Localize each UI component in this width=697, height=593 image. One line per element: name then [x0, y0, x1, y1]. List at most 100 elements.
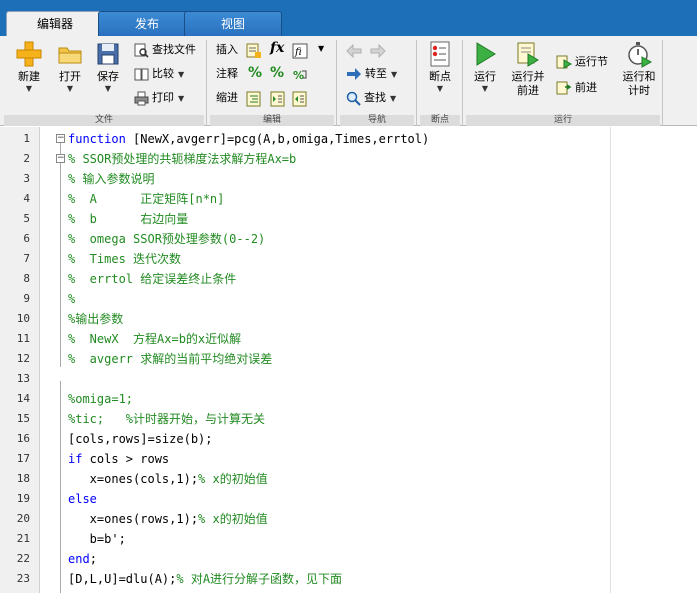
code-line[interactable]: 1 − function [NewX,avgerr]=pcg(A,b,omiga,T… — [0, 129, 697, 149]
goto-button[interactable]: 转至 ▼ — [346, 64, 397, 84]
code-text[interactable]: %tic; %计时器开始，与计算无关 — [68, 409, 265, 429]
code-text[interactable]: % — [68, 289, 75, 309]
back-arrow-icon[interactable] — [346, 44, 362, 58]
code-line[interactable]: 21 b=b'; — [0, 529, 697, 549]
insert-section-icon[interactable] — [246, 43, 262, 59]
code-text[interactable]: [cols,rows]=size(b); — [68, 429, 213, 449]
code-line[interactable]: 11 % NewX 方程Ax=b的x近似解 — [0, 329, 697, 349]
line-number[interactable]: 14 — [0, 389, 30, 409]
indent-button[interactable]: 缩进 — [216, 88, 238, 108]
advance-button[interactable]: 前进 — [556, 78, 597, 98]
code-line[interactable]: 6 % omega SSOR预处理参数(0--2) — [0, 229, 697, 249]
code-text[interactable]: %输出参数 — [68, 309, 123, 329]
line-number[interactable]: 4 — [0, 189, 30, 209]
insert-dropdown-icon[interactable]: ▼ — [318, 44, 324, 53]
forward-arrow-icon[interactable] — [370, 44, 386, 58]
print-button[interactable]: 打印 ▼ — [134, 88, 184, 108]
new-button[interactable]: 新建 ▼ — [10, 40, 48, 94]
line-number[interactable]: 5 — [0, 209, 30, 229]
code-text[interactable]: % 输入参数说明 — [68, 169, 154, 189]
insert-cell-icon[interactable]: fi — [292, 43, 308, 59]
code-line[interactable]: 15 %tic; %计时器开始，与计算无关 — [0, 409, 697, 429]
line-number[interactable]: 21 — [0, 529, 30, 549]
save-button[interactable]: 保存 ▼ — [92, 40, 124, 94]
line-number[interactable]: 20 — [0, 509, 30, 529]
fold-toggle-icon[interactable]: − — [56, 154, 65, 163]
code-text[interactable]: % Times 迭代次数 — [68, 249, 181, 269]
code-line[interactable]: 2 −% SSOR预处理的共轭梯度法求解方程Ax=b — [0, 149, 697, 169]
insert-button[interactable]: 插入 — [216, 40, 238, 60]
line-number[interactable]: 8 — [0, 269, 30, 289]
code-text[interactable]: if cols > rows — [68, 449, 169, 469]
line-number[interactable]: 12 — [0, 349, 30, 369]
tab-publish[interactable]: 发布 — [98, 11, 196, 36]
code-text[interactable]: function [NewX,avgerr]=pcg(A,b,omiga,Tim… — [68, 129, 429, 149]
line-number[interactable]: 13 — [0, 369, 30, 389]
line-number[interactable]: 19 — [0, 489, 30, 509]
line-number[interactable]: 7 — [0, 249, 30, 269]
smart-indent-icon[interactable] — [246, 91, 262, 107]
line-number[interactable]: 3 — [0, 169, 30, 189]
increase-indent-icon[interactable] — [270, 91, 286, 107]
code-line[interactable]: 4 % A 正定矩阵[n*n] — [0, 189, 697, 209]
decrease-indent-icon[interactable] — [292, 91, 308, 107]
code-text[interactable]: x=ones(rows,1);% x的初始值 — [68, 509, 268, 529]
find-files-button[interactable]: 查找文件 — [134, 40, 196, 60]
code-text[interactable]: [D,L,U]=dlu(A);% 对A进行分解子函数，见下面 — [68, 569, 342, 589]
code-line[interactable]: 18 x=ones(cols,1);% x的初始值 — [0, 469, 697, 489]
code-line[interactable]: 20 x=ones(rows,1);% x的初始值 — [0, 509, 697, 529]
tab-view[interactable]: 视图 — [184, 11, 282, 36]
run-button[interactable]: 运行 ▼ — [468, 40, 502, 94]
code-line[interactable]: 22 end; — [0, 549, 697, 569]
breakpoints-button[interactable]: 断点 ▼ — [422, 40, 458, 94]
code-line[interactable]: 12 % avgerr 求解的当前平均绝对误差 — [0, 349, 697, 369]
wrap-comments-icon[interactable]: % — [292, 67, 308, 83]
code-line[interactable]: 14 %omiga=1; — [0, 389, 697, 409]
code-line[interactable]: 7 % Times 迭代次数 — [0, 249, 697, 269]
run-and-time-button[interactable]: 运行和 计时 — [618, 40, 660, 98]
code-line[interactable]: 5 % b 右边向量 — [0, 209, 697, 229]
run-and-advance-button[interactable]: 运行并 前进 — [506, 40, 550, 98]
code-editor[interactable]: 1 − function [NewX,avgerr]=pcg(A,b,omiga,T… — [0, 127, 697, 593]
line-number[interactable]: 10 — [0, 309, 30, 329]
code-text[interactable]: % b 右边向量 — [68, 209, 188, 229]
line-number[interactable]: 9 — [0, 289, 30, 309]
code-text[interactable]: % A 正定矩阵[n*n] — [68, 189, 224, 209]
code-line[interactable]: 8 % errtol 给定误差终止条件 — [0, 269, 697, 289]
compare-button[interactable]: 比较 ▼ — [134, 64, 184, 84]
code-text[interactable]: % avgerr 求解的当前平均绝对误差 — [68, 349, 272, 369]
line-number[interactable]: 11 — [0, 329, 30, 349]
code-text[interactable]: else — [68, 489, 97, 509]
line-number[interactable]: 16 — [0, 429, 30, 449]
code-line[interactable]: 13 — [0, 369, 697, 389]
code-line[interactable]: 9% — [0, 289, 697, 309]
comment-percent-icon[interactable]: % — [248, 65, 262, 81]
line-number[interactable]: 6 — [0, 229, 30, 249]
tab-editor[interactable]: 编辑器 — [6, 11, 104, 37]
code-text[interactable]: b=b'; — [68, 529, 126, 549]
line-number[interactable]: 1 — [0, 129, 30, 149]
line-number[interactable]: 17 — [0, 449, 30, 469]
fold-toggle-icon[interactable]: − — [56, 134, 65, 143]
line-number[interactable]: 23 — [0, 569, 30, 589]
run-section-button[interactable]: 运行节 — [556, 52, 608, 72]
code-text[interactable]: % SSOR预处理的共轭梯度法求解方程Ax=b — [68, 149, 296, 169]
code-line[interactable]: 17 if cols > rows — [0, 449, 697, 469]
find-button[interactable]: 查找 ▼ — [346, 88, 396, 108]
code-line[interactable]: 10 %输出参数 — [0, 309, 697, 329]
uncomment-percent-icon[interactable]: % — [270, 65, 284, 81]
code-text[interactable]: % omega SSOR预处理参数(0--2) — [68, 229, 265, 249]
code-text[interactable]: % errtol 给定误差终止条件 — [68, 269, 236, 289]
code-line[interactable]: 23 [D,L,U]=dlu(A);% 对A进行分解子函数，见下面 — [0, 569, 697, 589]
insert-function-icon[interactable]: fx — [270, 40, 284, 56]
comment-button[interactable]: 注释 — [216, 64, 238, 84]
line-number[interactable]: 18 — [0, 469, 30, 489]
code-line[interactable]: 3 % 输入参数说明 — [0, 169, 697, 189]
line-number[interactable]: 2 — [0, 149, 30, 169]
code-line[interactable]: 16 [cols,rows]=size(b); — [0, 429, 697, 449]
code-line[interactable]: 19 else — [0, 489, 697, 509]
code-text[interactable]: end; — [68, 549, 97, 569]
open-button[interactable]: 打开 ▼ — [52, 40, 88, 94]
code-text[interactable]: %omiga=1; — [68, 389, 133, 409]
code-text[interactable]: % NewX 方程Ax=b的x近似解 — [68, 329, 241, 349]
